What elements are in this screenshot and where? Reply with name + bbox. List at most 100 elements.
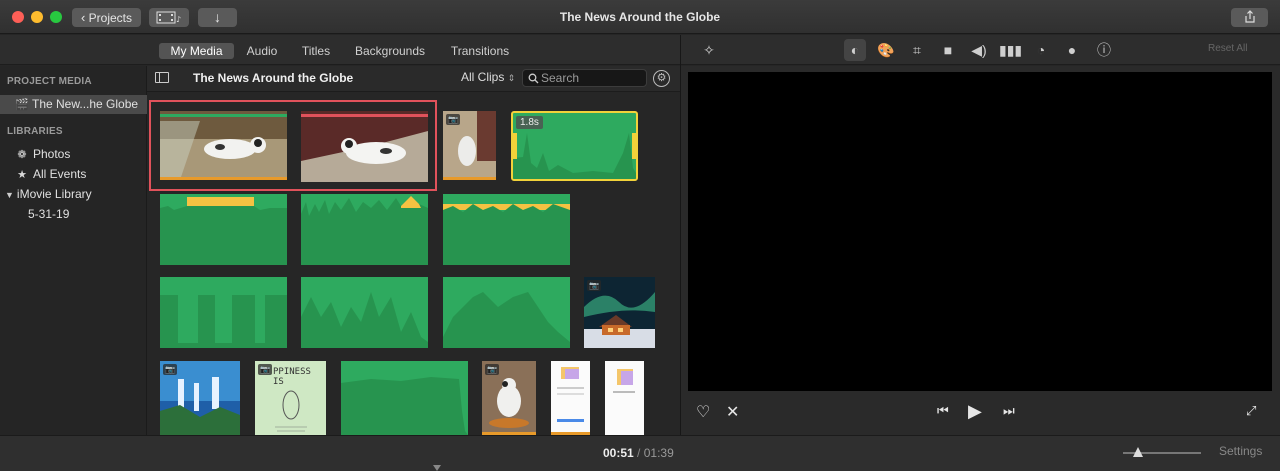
audio-waveform bbox=[301, 196, 428, 265]
audio-bar bbox=[443, 177, 496, 180]
audio-waveform bbox=[341, 377, 468, 435]
total-time: 01:39 bbox=[643, 446, 674, 460]
sidebar-item-label: 5-31-19 bbox=[28, 207, 70, 221]
clip-filter-popup[interactable]: All Clips ⇕ bbox=[461, 70, 515, 84]
tab-transitions[interactable]: Transitions bbox=[447, 43, 513, 59]
camera-icon: 📷 bbox=[258, 364, 272, 375]
search-input[interactable] bbox=[541, 71, 641, 85]
screenshot-thumbnail bbox=[551, 361, 590, 435]
time-separator: / bbox=[637, 446, 641, 460]
libraries-header: LIBRARIES bbox=[7, 126, 63, 137]
timecode: 00:51 / 01:39 bbox=[603, 446, 674, 460]
palette-icon[interactable]: 🎨 bbox=[875, 39, 897, 61]
sidebar-item-label: The New...he Globe bbox=[32, 97, 139, 111]
sidebar-icon bbox=[159, 73, 160, 82]
viewer-screen bbox=[688, 72, 1272, 391]
trim-handle-right[interactable] bbox=[632, 133, 636, 159]
current-time: 00:51 bbox=[603, 446, 634, 460]
audio-waveform bbox=[443, 204, 570, 265]
browser-title: The News Around the Globe bbox=[193, 71, 354, 85]
trim-handle-left[interactable] bbox=[513, 133, 517, 159]
audio-waveform bbox=[301, 292, 428, 348]
tab-backgrounds[interactable]: Backgrounds bbox=[352, 43, 428, 59]
dog-video-thumbnail bbox=[301, 111, 428, 182]
skip-forward-icon[interactable]: ⏭ bbox=[1003, 403, 1015, 419]
audio-clip[interactable] bbox=[341, 361, 468, 435]
toggle-sidebar-button[interactable] bbox=[155, 72, 169, 83]
star-icon: ★ bbox=[17, 169, 27, 181]
video-clip[interactable] bbox=[160, 111, 287, 180]
tab-audio[interactable]: Audio bbox=[240, 43, 284, 59]
audio-clip[interactable] bbox=[443, 277, 570, 348]
duration-badge: 1.8s bbox=[516, 116, 543, 129]
photo-clip[interactable] bbox=[551, 361, 590, 435]
selected-clip[interactable]: 1.8s bbox=[511, 111, 638, 181]
color-balance-icon[interactable]: ◐ bbox=[844, 39, 866, 61]
timeline-header: 00:51 / 01:39 Settings bbox=[0, 435, 1280, 471]
sidebar-item-label: Photos bbox=[33, 147, 71, 161]
speedometer-icon[interactable]: ◔ bbox=[1030, 39, 1052, 61]
audio-bar bbox=[160, 177, 287, 180]
info-icon[interactable]: ⓘ bbox=[1093, 39, 1115, 61]
window-title: The News Around the Globe bbox=[559, 10, 721, 24]
share-icon bbox=[1244, 10, 1255, 23]
filters-icon[interactable]: ● bbox=[1061, 39, 1083, 61]
share-button[interactable] bbox=[1231, 8, 1268, 27]
sidebar-item-all-events[interactable]: ★ All Events bbox=[0, 165, 147, 184]
search-icon bbox=[528, 73, 539, 84]
clapperboard-icon: 🎬 bbox=[15, 99, 29, 111]
tab-titles[interactable]: Titles bbox=[296, 43, 336, 59]
title-bar: ‹ Projects ♪ ↓ The News Around the Globe bbox=[0, 0, 1280, 34]
audio-waveform bbox=[443, 292, 570, 348]
crop-icon[interactable]: ⌗ bbox=[906, 39, 928, 61]
tab-my-media[interactable]: My Media bbox=[159, 43, 234, 59]
equalizer-icon[interactable]: ▮▮▮ bbox=[999, 39, 1022, 61]
skip-back-icon[interactable]: ⏮ bbox=[937, 403, 949, 419]
camera-icon: 📷 bbox=[163, 364, 177, 375]
photo-clip[interactable]: PPINESS IS 📷 bbox=[255, 361, 326, 435]
video-clip[interactable] bbox=[301, 111, 428, 182]
photo-clip[interactable]: 📷 bbox=[160, 361, 240, 435]
clip-filter-label: All Clips bbox=[461, 70, 505, 84]
photo-clip[interactable] bbox=[605, 361, 644, 435]
audio-waveform bbox=[160, 197, 287, 265]
video-camera-icon[interactable]: ■ bbox=[937, 39, 959, 61]
sidebar-item-label: iMovie Library bbox=[16, 187, 92, 201]
photo-clip[interactable]: 📷 bbox=[584, 277, 655, 348]
heart-icon[interactable]: ♡ bbox=[696, 402, 710, 422]
audio-clip[interactable] bbox=[160, 277, 287, 348]
audio-clip[interactable] bbox=[443, 194, 570, 265]
audio-clip[interactable] bbox=[301, 194, 428, 265]
magic-wand-icon[interactable]: ✧ bbox=[698, 39, 720, 61]
reject-icon[interactable]: ✕ bbox=[726, 402, 739, 422]
audio-clip[interactable] bbox=[301, 277, 428, 348]
camera-icon: 📷 bbox=[485, 364, 499, 375]
adjustments-bar: ✧ ◐ 🎨 ⌗ ■ ◀) ▮▮▮ ◔ ● ⓘ Reset All bbox=[681, 35, 1280, 65]
libraries-sidebar: PROJECT MEDIA 🎬 The New...he Globe LIBRAR… bbox=[0, 66, 147, 435]
play-icon[interactable]: ▶ bbox=[968, 401, 982, 422]
zoom-slider-knob[interactable] bbox=[1133, 447, 1143, 457]
dog-video-thumbnail bbox=[160, 111, 287, 180]
search-field[interactable] bbox=[522, 69, 647, 87]
media-tabs-bar: My Media Audio Titles Backgrounds Transi… bbox=[0, 35, 680, 65]
disclosure-triangle-icon[interactable]: ▼ bbox=[5, 190, 14, 200]
audio-clip[interactable] bbox=[160, 194, 287, 265]
gear-icon[interactable]: ⚙ bbox=[653, 70, 670, 87]
up-down-chevron-icon: ⇕ bbox=[507, 73, 516, 83]
camera-icon: 📷 bbox=[446, 114, 460, 125]
sidebar-item-project[interactable]: 🎬 The New...he Globe bbox=[0, 95, 147, 114]
fullscreen-icon[interactable]: ⤢ bbox=[1246, 403, 1256, 419]
sidebar-item-label: All Events bbox=[33, 167, 87, 181]
zoom-slider[interactable] bbox=[1123, 447, 1201, 457]
speaker-icon[interactable]: ◀) bbox=[968, 39, 990, 61]
reset-all-button[interactable]: Reset All bbox=[1208, 43, 1247, 54]
sidebar-item-event-5-31-19[interactable]: 5-31-19 bbox=[0, 205, 147, 224]
sidebar-item-imovie-library[interactable]: ▼ iMovie Library bbox=[0, 185, 147, 204]
camera-icon: 📷 bbox=[587, 280, 601, 291]
photo-clip[interactable]: 📷 bbox=[482, 361, 536, 435]
photo-clip[interactable]: 📷 bbox=[443, 111, 496, 180]
sidebar-item-photos[interactable]: ❁ Photos bbox=[0, 145, 147, 164]
flower-icon: ❁ bbox=[17, 149, 27, 161]
playhead-marker-icon bbox=[433, 465, 441, 471]
settings-button[interactable]: Settings bbox=[1219, 444, 1262, 458]
